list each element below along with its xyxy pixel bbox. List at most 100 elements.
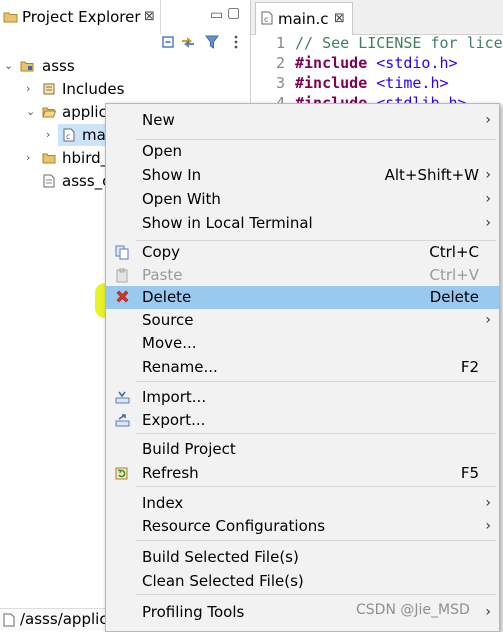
submenu-arrow-icon: › (485, 495, 491, 511)
menu-item-label: Build Project (142, 440, 236, 458)
code-keyword: #include (295, 54, 368, 72)
menu-item-index[interactable]: Index › (106, 492, 499, 515)
menu-item-label: Show In (142, 166, 202, 184)
close-icon[interactable]: ⊠ (144, 9, 155, 24)
import-icon (115, 391, 130, 404)
menu-item-import[interactable]: Import... (106, 386, 499, 409)
tree-item-label: applic (62, 103, 107, 121)
tree-item-label: ma (82, 126, 106, 144)
tree-item-label: Includes (62, 80, 125, 98)
menu-item-label: Clean Selected File(s) (142, 572, 304, 590)
link-with-editor-icon[interactable] (180, 34, 196, 50)
menu-item-paste[interactable]: Paste Ctrl+V (106, 264, 499, 287)
menu-item-label: Build Selected File(s) (142, 548, 299, 566)
menu-item-label: Export... (142, 411, 206, 429)
menu-item-label: Open (142, 142, 183, 160)
menu-item-source[interactable]: Source › (106, 309, 499, 332)
menu-item-label: Source (142, 311, 194, 329)
menu-item-rename[interactable]: Rename... F2 (106, 356, 499, 379)
menu-item-shortcut: Delete (429, 288, 479, 306)
project-explorer-title: Project Explorer (22, 8, 141, 26)
submenu-arrow-icon: › (485, 312, 491, 328)
export-icon (115, 414, 130, 427)
menu-item-label: Show in Local Terminal (142, 214, 313, 232)
menu-item-new[interactable]: New › (106, 109, 499, 132)
menu-separator (136, 433, 496, 434)
menu-item-delete[interactable]: Delete Delete (106, 286, 499, 309)
submenu-arrow-icon: › (485, 167, 491, 183)
menu-separator (136, 594, 496, 595)
tree-item-includes[interactable]: › Includes (0, 78, 250, 100)
code-header: <time.h> (376, 74, 449, 92)
menu-item-build-project[interactable]: Build Project (106, 438, 499, 461)
menu-item-copy[interactable]: Copy Ctrl+C (106, 241, 499, 264)
view-menu-icon[interactable] (228, 34, 244, 50)
menu-item-export[interactable]: Export... (106, 409, 499, 432)
status-path: /asss/applic (20, 610, 108, 628)
includes-icon (43, 83, 55, 95)
menu-item-move[interactable]: Move... (106, 332, 499, 355)
menu-item-clean-selected-file-s[interactable]: Clean Selected File(s) (106, 570, 499, 593)
submenu-arrow-icon: › (485, 604, 491, 620)
close-icon[interactable]: ⊠ (334, 11, 345, 26)
menu-item-shortcut: F5 (460, 464, 479, 482)
collapse-all-icon[interactable] (160, 34, 176, 50)
filter-icon[interactable] (204, 34, 220, 50)
code-comment: // See LICENSE for lice (295, 34, 503, 52)
submenu-arrow-icon: › (485, 191, 491, 207)
submenu-arrow-icon: › (485, 112, 491, 128)
chevron-down-icon[interactable]: ⌄ (4, 55, 13, 77)
code-line[interactable]: 3 #include <time.h> (251, 73, 449, 93)
chevron-right-icon[interactable]: › (26, 147, 30, 169)
minimize-icon[interactable]: ▭ (210, 7, 223, 23)
tree-item-main-c[interactable]: c ma (58, 124, 108, 146)
project-icon (20, 61, 34, 72)
menu-item-label: Refresh (142, 464, 199, 482)
menu-item-resource-configurations[interactable]: Resource Configurations › (106, 515, 499, 538)
chevron-right-icon[interactable]: › (46, 124, 50, 146)
maximize-icon[interactable]: ▢ (227, 5, 240, 21)
menu-item-label: Rename... (142, 358, 218, 376)
menu-item-label: Profiling Tools (142, 603, 245, 621)
menu-item-label: Open With (142, 190, 221, 208)
code-line[interactable]: 2 #include <stdio.h> (251, 53, 458, 73)
editor-tab-main-c[interactable]: c main.c ⊠ (255, 2, 353, 35)
line-number: 2 (275, 54, 285, 72)
menu-item-open[interactable]: Open (106, 140, 499, 163)
menu-item-open-with[interactable]: Open With › (106, 188, 499, 211)
line-number: 3 (275, 74, 285, 92)
refresh-icon (115, 467, 128, 480)
svg-text:c: c (66, 132, 70, 141)
menu-item-label: Resource Configurations (142, 517, 326, 535)
menu-item-build-selected-file-s[interactable]: Build Selected File(s) (106, 546, 499, 569)
text-file-icon (43, 174, 55, 188)
tree-item-label: hbird_ (62, 149, 109, 167)
delete-icon (116, 290, 129, 303)
copy-icon (115, 245, 129, 260)
chevron-right-icon[interactable]: › (26, 78, 30, 100)
menu-separator (136, 381, 496, 382)
menu-item-show-in-local-terminal[interactable]: Show in Local Terminal › (106, 212, 499, 235)
menu-item-shortcut: Ctrl+V (429, 266, 479, 284)
c-file-icon: c (261, 11, 273, 25)
menu-item-shortcut: Alt+Shift+W (384, 166, 479, 184)
menu-item-shortcut: Ctrl+C (429, 243, 479, 261)
svg-text:c: c (264, 15, 268, 24)
paste-icon (116, 268, 128, 283)
menu-item-refresh[interactable]: Refresh F5 (106, 462, 499, 485)
menu-item-label: Move... (142, 334, 197, 352)
c-file-icon: c (63, 128, 75, 142)
code-line[interactable]: 1 // See LICENSE for lice (251, 33, 503, 53)
project-explorer-icon (3, 12, 18, 23)
folder-open-icon (42, 107, 56, 118)
tree-item-project[interactable]: ⌄ asss (0, 55, 250, 77)
chevron-down-icon[interactable]: ⌄ (26, 101, 35, 123)
menu-item-shortcut: F2 (460, 358, 479, 376)
context-menu: New › Open Show In Alt+Shift+W › Open With › Sho… (105, 103, 500, 632)
menu-item-label: Delete (142, 288, 192, 306)
menu-item-show-in[interactable]: Show In Alt+Shift+W › (106, 164, 499, 187)
tree-item-label: asss (42, 57, 75, 75)
editor-tab-title: main.c (278, 10, 329, 28)
menu-item-label: Copy (142, 243, 181, 261)
project-explorer-tab[interactable]: Project Explorer ⊠ (0, 0, 161, 34)
